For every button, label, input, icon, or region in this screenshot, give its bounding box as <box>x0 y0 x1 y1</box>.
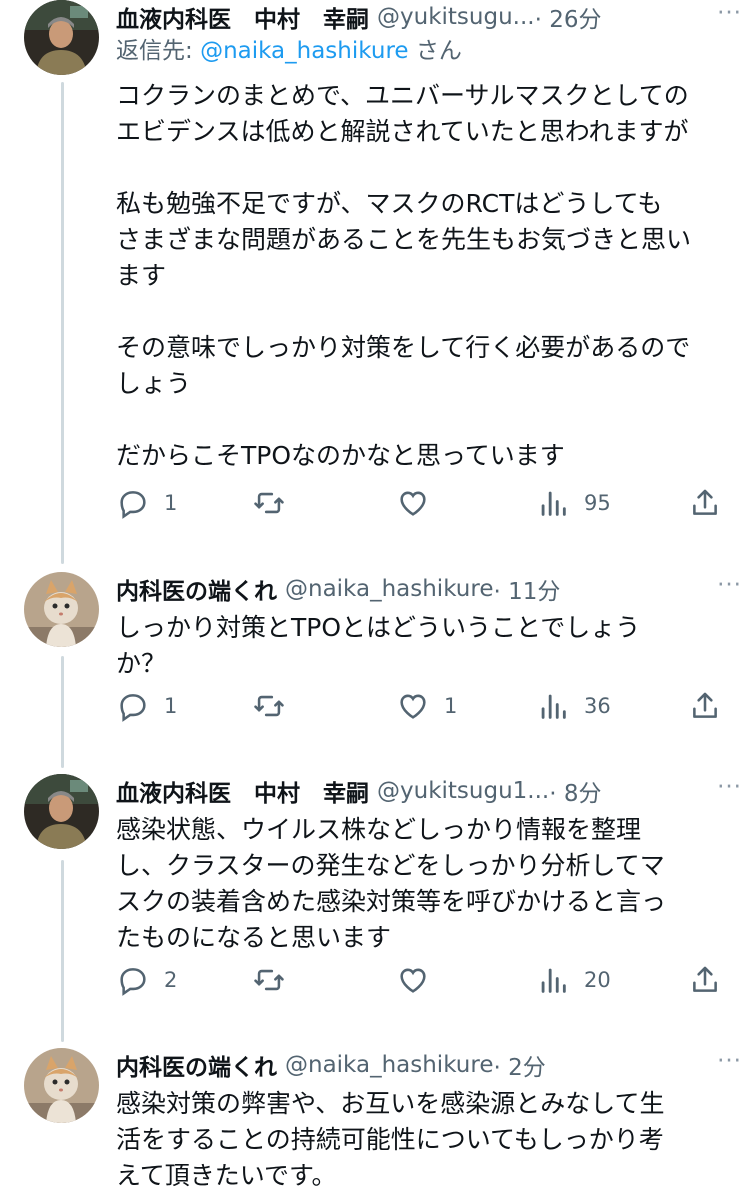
tweet-actions: 1 1 36 <box>116 689 730 729</box>
user-handle[interactable]: @yukitsugu... <box>377 4 535 30</box>
avatar[interactable] <box>24 774 99 849</box>
timestamp[interactable]: · 8分 <box>549 774 601 808</box>
share-button[interactable] <box>688 689 722 723</box>
tweet-header: 血液内科医 中村 幸嗣 @yukitsugu... · 26分 <box>116 0 732 34</box>
tweet-header: 内科医の端くれ @naika_hashikure · 11分 <box>116 572 732 606</box>
view-count: 95 <box>584 491 611 515</box>
reply-icon <box>120 694 146 722</box>
like-button[interactable]: 1 <box>396 689 457 723</box>
tweet-actions: 2 20 <box>116 963 730 1003</box>
tweet-actions: 1 95 <box>116 486 730 526</box>
like-count: 1 <box>444 694 458 718</box>
like-icon <box>400 694 426 719</box>
reply-count: 1 <box>164 694 178 718</box>
doctor-avatar-image <box>24 774 99 849</box>
more-options-icon[interactable]: ··· <box>717 1048 742 1074</box>
doctor-avatar-image <box>24 0 99 75</box>
views-button[interactable]: 20 <box>536 963 611 997</box>
avatar[interactable] <box>24 1048 99 1123</box>
view-count: 36 <box>584 694 611 718</box>
views-icon <box>541 968 566 993</box>
share-icon <box>693 966 717 992</box>
user-handle[interactable]: @naika_hashikure <box>285 576 493 602</box>
share-icon <box>693 692 717 718</box>
tweet-text: 感染対策の弊害や、お互いを感染源とみなして生 活をすることの持続可能性についても… <box>116 1089 665 1190</box>
tweet-header: 血液内科医 中村 幸嗣 @yukitsugu1... · 8分 <box>116 774 732 808</box>
retweet-icon <box>254 695 284 717</box>
thread-line <box>61 82 64 564</box>
like-icon <box>400 968 426 993</box>
tweet-header: 内科医の端くれ @naika_hashikure · 2分 <box>116 1048 732 1082</box>
tweet-text: 感染状態、ウイルス株などしっかり情報を整理 し、クラスターの発生などをしっかり分… <box>116 815 667 952</box>
display-name[interactable]: 内科医の端くれ <box>116 1048 277 1082</box>
reply-icon <box>120 968 146 996</box>
like-button[interactable] <box>396 963 444 997</box>
avatar[interactable] <box>24 572 99 647</box>
reply-button[interactable]: 2 <box>116 963 177 997</box>
reply-count: 2 <box>164 968 178 992</box>
share-button[interactable] <box>688 963 722 997</box>
share-icon <box>693 489 717 515</box>
reply-count: 1 <box>164 491 178 515</box>
cat-avatar-image <box>24 1048 99 1123</box>
more-options-icon[interactable]: ··· <box>717 0 742 26</box>
share-button[interactable] <box>688 486 722 520</box>
avatar[interactable] <box>24 0 99 75</box>
reply-icon <box>120 491 146 519</box>
tweet-text: しっかり対策とTPOとはどういうことでしょう か？ <box>116 613 641 678</box>
cat-avatar-image <box>24 572 99 647</box>
retweet-icon <box>254 969 284 991</box>
display-name[interactable]: 血液内科医 中村 幸嗣 <box>116 774 369 808</box>
user-handle[interactable]: @naika_hashikure <box>285 1052 493 1078</box>
reply-context: 返信先: @naika_hashikure さん <box>116 34 732 68</box>
reply-suffix: さん <box>408 38 462 64</box>
thread-line <box>61 860 64 1042</box>
retweet-button[interactable] <box>252 963 300 997</box>
retweet-icon <box>254 492 284 514</box>
display-name[interactable]: 血液内科医 中村 幸嗣 <box>116 0 369 34</box>
views-button[interactable]: 95 <box>536 486 611 520</box>
view-count: 20 <box>584 968 611 992</box>
retweet-button[interactable] <box>252 486 300 520</box>
like-icon <box>400 491 426 516</box>
reply-mention-link[interactable]: @naika_hashikure <box>200 38 408 64</box>
thread-line <box>61 656 64 768</box>
views-icon <box>541 491 566 516</box>
more-options-icon[interactable]: ··· <box>717 774 742 800</box>
display-name[interactable]: 内科医の端くれ <box>116 572 277 606</box>
user-handle[interactable]: @yukitsugu1... <box>377 778 549 804</box>
views-icon <box>541 694 566 719</box>
more-options-icon[interactable]: ··· <box>717 572 742 598</box>
timestamp[interactable]: · 2分 <box>493 1048 545 1082</box>
retweet-button[interactable] <box>252 689 300 723</box>
reply-button[interactable]: 1 <box>116 486 177 520</box>
reply-button[interactable]: 1 <box>116 689 177 723</box>
tweet-text: コクランのまとめで、ユニバーサルマスクとしての エビデンスは低めと解説されていた… <box>116 81 692 470</box>
like-button[interactable] <box>396 486 444 520</box>
timestamp[interactable]: · 11分 <box>493 572 560 606</box>
reply-prefix: 返信先: <box>116 38 201 64</box>
views-button[interactable]: 36 <box>536 689 611 723</box>
timestamp[interactable]: · 26分 <box>535 0 602 34</box>
